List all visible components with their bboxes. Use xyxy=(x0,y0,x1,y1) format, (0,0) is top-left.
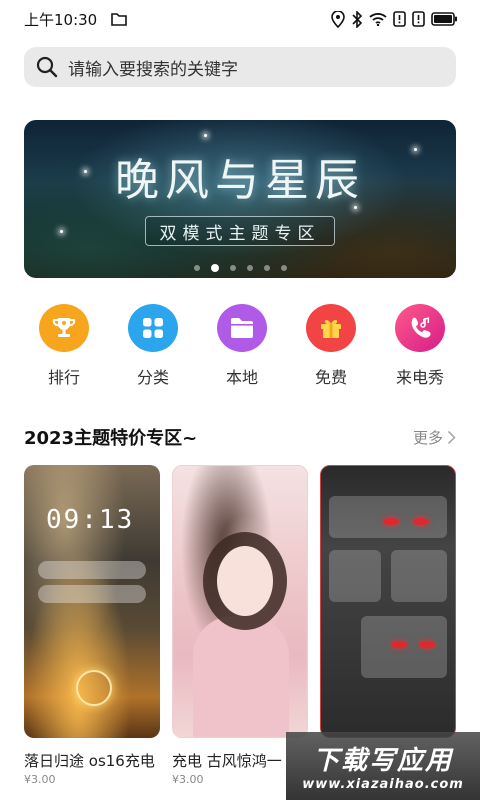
grid-icon xyxy=(128,304,178,352)
card-title: 落日归途 os16充电 xyxy=(24,752,155,770)
preview-panel xyxy=(391,550,447,602)
category-free[interactable]: 免费 xyxy=(289,304,373,388)
category-row: 排行 分类 本地 免费 来电秀 xyxy=(22,304,462,388)
search-icon xyxy=(36,56,58,78)
preview-panel xyxy=(329,496,447,538)
status-icons xyxy=(331,10,458,28)
preview-figure-dress xyxy=(193,616,289,737)
star-decoration xyxy=(204,134,207,137)
trophy-icon xyxy=(39,304,89,352)
status-time: 上午10:30 xyxy=(24,10,98,29)
chevron-right-icon xyxy=(447,430,456,445)
category-label: 本地 xyxy=(225,368,258,387)
preview-ring xyxy=(76,670,112,706)
category-local[interactable]: 本地 xyxy=(200,304,284,388)
carousel-dot[interactable] xyxy=(246,265,253,271)
preview-widget xyxy=(38,585,146,603)
theme-thumbnail xyxy=(320,465,456,738)
card-price: ¥3.00 xyxy=(24,773,56,786)
star-decoration xyxy=(60,230,63,233)
preview-eye xyxy=(391,641,407,648)
phone-icon xyxy=(395,304,445,352)
banner-title: 晚风与星辰 xyxy=(115,155,365,206)
category-label: 排行 xyxy=(47,368,80,387)
location-icon xyxy=(331,10,345,28)
promo-banner[interactable]: 晚风与星辰 双模式主题专区 xyxy=(24,120,456,278)
battery-icon xyxy=(431,12,458,26)
theme-card[interactable] xyxy=(320,465,456,750)
preview-figure-face xyxy=(217,546,273,616)
carousel-dot[interactable] xyxy=(280,265,287,271)
wifi-icon xyxy=(369,12,387,26)
section-title: 2023主题特价专区~ xyxy=(24,428,198,449)
carousel-dot[interactable] xyxy=(263,265,270,271)
category-classify[interactable]: 分类 xyxy=(111,304,195,388)
preview-eye xyxy=(419,641,435,648)
theme-store-page: 上午10:30 请输入要搜索的关键字 晚风与星辰 双模式主题专区 排行 分类 本… xyxy=(0,0,480,800)
category-call-show[interactable]: 来电秀 xyxy=(378,304,462,388)
theme-thumbnail: 09:13 xyxy=(24,465,160,738)
folder-icon xyxy=(217,304,267,352)
status-bar: 上午10:30 xyxy=(0,0,480,38)
search-placeholder: 请输入要搜索的关键字 xyxy=(68,59,238,80)
category-label: 免费 xyxy=(314,368,347,387)
banner-subtitle: 双模式主题专区 xyxy=(159,223,321,244)
category-ranking[interactable]: 排行 xyxy=(22,304,106,388)
theme-card[interactable]: 09:13 落日归途 os16充电 ¥3.00 xyxy=(24,465,160,786)
preview-eye xyxy=(383,518,399,525)
section-header: 2023主题特价专区~ 更多 xyxy=(24,424,456,450)
theme-thumbnail xyxy=(172,465,308,738)
preview-panel xyxy=(329,550,381,602)
banner-subtitle-box: 双模式主题专区 xyxy=(145,216,335,246)
preview-widget xyxy=(38,561,146,579)
alert-icon xyxy=(412,11,425,27)
more-label: 更多 xyxy=(412,428,443,447)
category-label: 来电秀 xyxy=(395,368,444,387)
watermark-title: 下载写应用 xyxy=(312,746,453,776)
carousel-dot[interactable] xyxy=(229,265,236,271)
carousel-indicator xyxy=(24,264,456,272)
more-link[interactable]: 更多 xyxy=(413,427,456,448)
carousel-dot[interactable] xyxy=(193,265,200,271)
site-watermark: 下载写应用 www.xiazaihao.com xyxy=(286,732,480,800)
alert-icon xyxy=(393,11,406,27)
gift-icon xyxy=(306,304,356,352)
watermark-url: www.xiazaihao.com xyxy=(302,777,464,792)
preview-clock: 09:13 xyxy=(46,505,135,535)
carousel-dot[interactable] xyxy=(210,264,219,272)
search-input[interactable]: 请输入要搜索的关键字 xyxy=(24,47,456,87)
preview-eye xyxy=(413,518,429,525)
folder-icon xyxy=(111,12,128,26)
bluetooth-icon xyxy=(351,10,363,28)
category-label: 分类 xyxy=(136,368,169,387)
